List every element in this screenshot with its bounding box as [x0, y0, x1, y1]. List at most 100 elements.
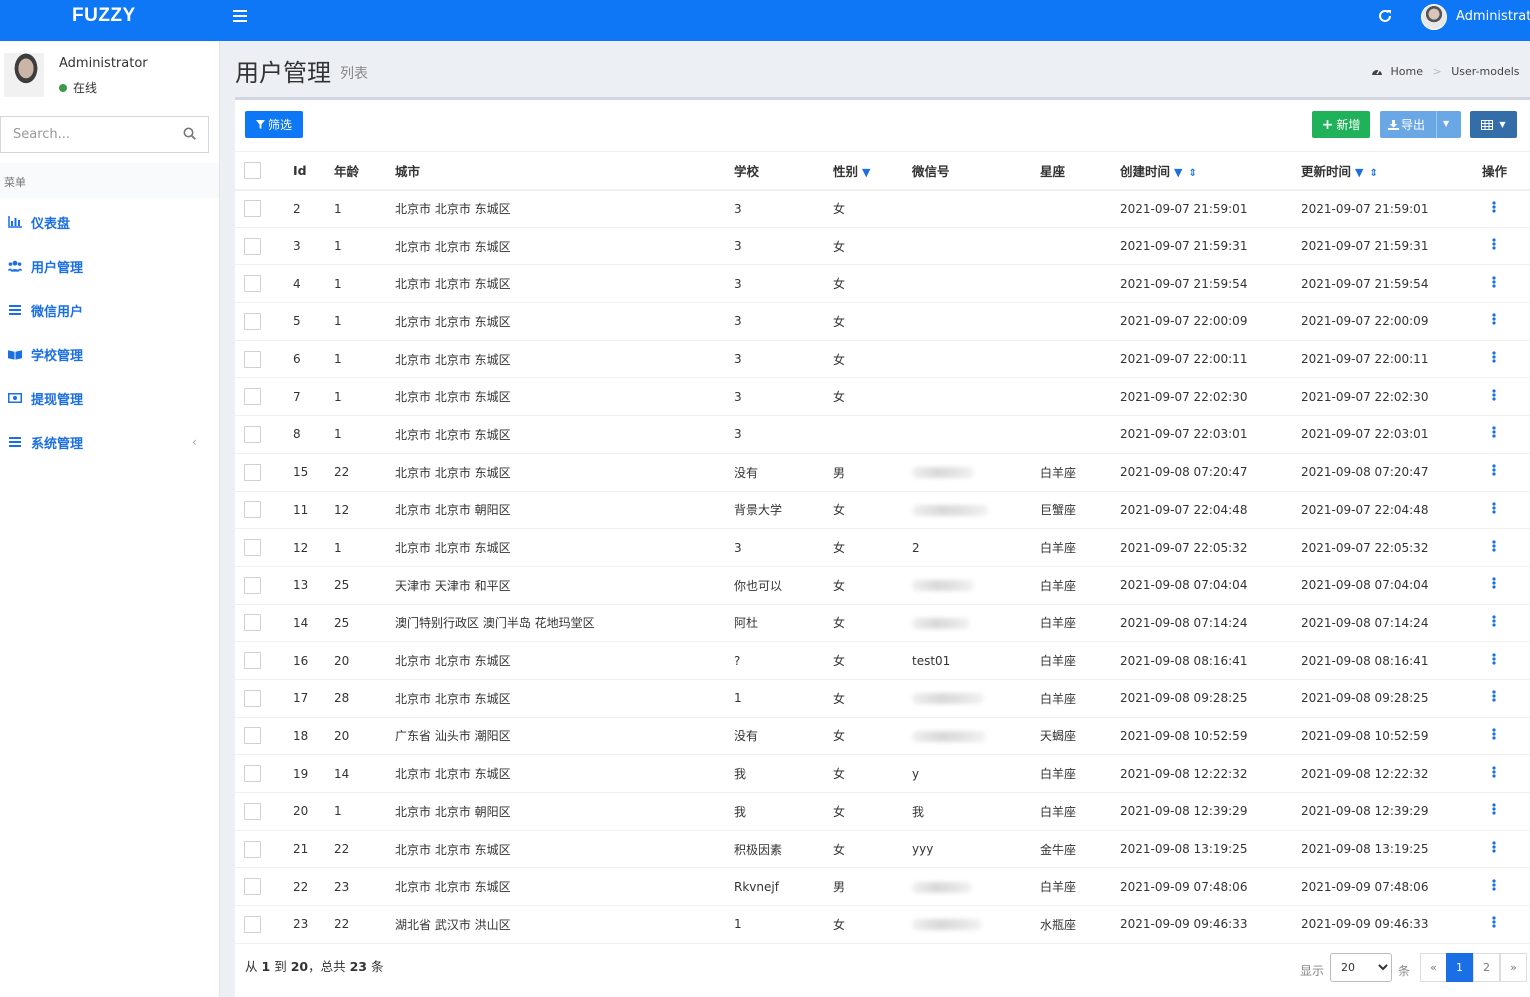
table-row[interactable]: 7 1 北京市 北京市 东城区 3 女 2021-09-07 22:02:30 2021-0… — [235, 377, 1530, 417]
more-actions-icon[interactable] — [1492, 916, 1496, 932]
table-row[interactable]: 12 1 北京市 北京市 东城区 3 女 2 白羊座 2021-09-07 22:05:32 2… — [235, 528, 1530, 567]
more-actions-icon[interactable] — [1492, 690, 1496, 706]
sort-icon[interactable]: ⇕ — [1369, 168, 1377, 179]
add-button[interactable]: + 新增 — [1312, 111, 1370, 138]
more-actions-icon[interactable] — [1492, 841, 1496, 857]
cell-zodiac: 白羊座 — [1040, 641, 1120, 680]
more-actions-icon[interactable] — [1492, 879, 1496, 895]
next-page-button[interactable]: » — [1500, 953, 1527, 982]
table-row[interactable]: 5 1 北京市 北京市 东城区 3 女 2021-09-07 22:00:09 2021-0… — [235, 302, 1530, 341]
row-checkbox[interactable] — [244, 237, 261, 255]
table-row[interactable]: 16 20 北京市 北京市 东城区? 女 test01 白羊座 2021-09-08 08:… — [235, 641, 1530, 680]
row-checkbox[interactable] — [244, 802, 261, 820]
row-checkbox[interactable] — [244, 576, 261, 594]
more-actions-icon[interactable] — [1492, 426, 1496, 442]
sidebar-item-withdrawals[interactable]: 提现管理 — [0, 383, 219, 413]
sidebar-item-schools[interactable]: 学校管理 — [0, 339, 219, 369]
table-row[interactable]: 8 1 北京市 北京市 东城区 3 2021-09-07 22:03:01 2021-09… — [235, 415, 1530, 454]
more-actions-icon[interactable] — [1492, 615, 1496, 631]
more-actions-icon[interactable] — [1492, 351, 1496, 367]
breadcrumb-home[interactable]: Home — [1391, 65, 1423, 78]
more-actions-icon[interactable] — [1492, 313, 1496, 329]
user-avatar[interactable] — [1421, 4, 1447, 30]
select-all-checkbox[interactable] — [244, 161, 261, 179]
page-button-1[interactable]: 1 — [1446, 953, 1473, 982]
table-row[interactable]: 6 1 北京市 北京市 东城区 3 女 2021-09-07 22:00:11 2021-0… — [235, 340, 1530, 379]
row-checkbox[interactable] — [244, 388, 261, 406]
table-row[interactable]: 4 1 北京市 北京市 东城区 3 女 2021-09-07 21:59:54 2021-0… — [235, 264, 1530, 304]
more-actions-icon[interactable] — [1492, 276, 1496, 292]
more-actions-icon[interactable] — [1492, 389, 1496, 405]
table-row[interactable]: 11 12 北京市 北京市 朝阳区 背景大学女巨蟹座 2021-09-07 22:04:… — [235, 491, 1530, 530]
more-actions-icon[interactable] — [1492, 238, 1496, 254]
search-icon[interactable] — [183, 127, 196, 140]
table-row[interactable]: 17 28 北京市 北京市 东城区 1 女白羊座 2021-09-08 09:28:25 2… — [235, 679, 1530, 718]
row-checkbox[interactable] — [244, 765, 261, 783]
table-row[interactable]: 3 1 北京市 北京市 东城区 3 女 2021-09-07 21:59:31 2021-0… — [235, 227, 1530, 266]
more-actions-icon[interactable] — [1492, 539, 1496, 556]
table-row[interactable]: 2 1 北京市 北京市 东城区 3 女 2021-09-07 21:59:01 2021-0… — [235, 189, 1530, 228]
table-row[interactable]: 20 1 北京市 北京市 朝阳区我女我白羊座 2021-09-08 12:39:29 2… — [235, 792, 1530, 831]
table-icon — [1481, 119, 1494, 130]
column-filter-icon[interactable]: ▼ — [1174, 166, 1182, 179]
row-checkbox[interactable] — [244, 539, 261, 557]
cell-actions — [1482, 453, 1530, 492]
sort-icon[interactable]: ⇕ — [1188, 168, 1196, 179]
table-row[interactable]: 15 22 北京市 北京市 东城区 没有男白羊座 2021-09-08 07:20:47… — [235, 453, 1530, 492]
table-row[interactable]: 14 25 澳门特别行政区 澳门半岛 花地玛堂区 阿杜女白羊座 2021-09-08 0… — [235, 604, 1530, 643]
column-filter-icon[interactable]: ▼ — [862, 166, 870, 179]
row-checkbox[interactable] — [244, 275, 261, 293]
row-checkbox[interactable] — [244, 425, 261, 443]
columns-button[interactable]: ▼ — [1470, 111, 1517, 138]
sidebar-item-wechat-users[interactable]: 微信用户 — [0, 295, 219, 325]
sidebar-item-system[interactable]: 系统管理 ‹ — [0, 427, 219, 457]
app-logo[interactable]: FUZZY — [72, 5, 136, 27]
column-filter-icon[interactable]: ▼ — [1355, 166, 1363, 179]
row-checkbox[interactable] — [244, 463, 261, 481]
sidebar-item-users[interactable]: 用户管理 — [0, 251, 219, 281]
page-size-select[interactable]: 20 — [1330, 953, 1392, 982]
cell-school: 阿杜 — [734, 604, 833, 643]
row-checkbox[interactable] — [244, 501, 261, 519]
user-menu[interactable]: Administrator — [1456, 9, 1530, 24]
prev-page-button[interactable]: « — [1420, 953, 1447, 982]
cell-created: 2021-09-08 07:04:04 — [1120, 566, 1301, 605]
row-checkbox[interactable] — [244, 878, 261, 896]
row-checkbox[interactable] — [244, 727, 261, 745]
more-actions-icon[interactable] — [1492, 766, 1496, 782]
table-row[interactable]: 21 22 北京市 北京市 东城区 积极因素女 yyy 金牛座 2021-09-08 13:… — [235, 830, 1530, 869]
cell-gender: 女 — [833, 905, 912, 944]
cell-gender: 女 — [833, 340, 912, 379]
row-checkbox[interactable] — [244, 840, 261, 858]
row-checkbox[interactable] — [244, 652, 261, 670]
row-checkbox[interactable] — [244, 350, 261, 368]
more-actions-icon[interactable] — [1492, 803, 1496, 819]
more-actions-icon[interactable] — [1492, 652, 1496, 669]
sidebar-toggle-icon[interactable] — [233, 10, 247, 22]
more-actions-icon[interactable] — [1492, 464, 1496, 480]
table-row[interactable]: 23 22 湖北省 武汉市 洪山区 1 女水瓶座 2021-09-09 09:46:33 2… — [235, 905, 1530, 944]
cell-id: 2 — [293, 189, 334, 228]
row-checkbox[interactable] — [244, 614, 261, 632]
row-checkbox[interactable] — [244, 915, 261, 933]
refresh-icon[interactable] — [1378, 8, 1392, 27]
row-checkbox[interactable] — [244, 312, 261, 330]
more-actions-icon[interactable] — [1492, 502, 1496, 518]
filter-button[interactable]: 筛选 — [245, 111, 303, 138]
row-checkbox[interactable] — [244, 200, 261, 218]
export-button[interactable]: 导出 ▼ — [1380, 111, 1461, 138]
more-actions-icon[interactable] — [1492, 577, 1496, 593]
more-actions-icon[interactable] — [1492, 728, 1496, 744]
table-row[interactable]: 18 20 广东省 汕头市 潮阳区 没有女天蝎座 2021-09-08 10:52:59… — [235, 717, 1530, 756]
search-input[interactable] — [1, 117, 171, 152]
caret-down-icon[interactable]: ▼ — [1443, 119, 1449, 128]
table-row[interactable]: 22 23 北京市 北京市 东城区 Rkvnejf 男白羊座 2021-09-09 07:… — [235, 867, 1530, 907]
sidebar-item-dashboard[interactable]: 仪表盘 — [0, 207, 219, 237]
page-button-2[interactable]: 2 — [1473, 953, 1500, 982]
table-row[interactable]: 19 14 北京市 北京市 东城区我女 y 白羊座 2021-09-08 12:22:32… — [235, 754, 1530, 793]
row-checkbox[interactable] — [244, 689, 261, 707]
more-actions-icon[interactable] — [1492, 200, 1496, 217]
info-prefix: 从 — [245, 959, 258, 974]
table-row[interactable]: 13 25 天津市 天津市 和平区 你也可以女白羊座 2021-09-08 07:04:… — [235, 566, 1530, 605]
column-header-id[interactable]: Id — [293, 151, 334, 191]
